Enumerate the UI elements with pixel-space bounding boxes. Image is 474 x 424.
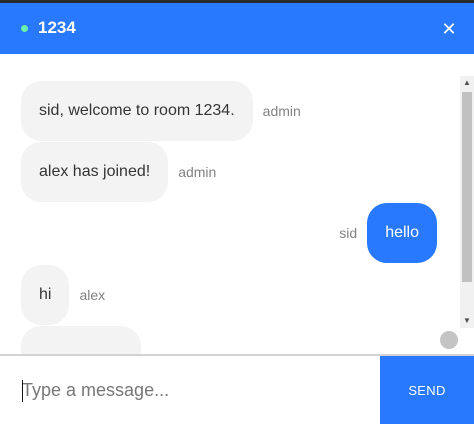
message-list-scrollbar[interactable]: ▲ ▼	[460, 76, 474, 328]
chat-header: 1234 ✕	[0, 3, 474, 54]
scroll-down-icon[interactable]: ▼	[460, 314, 474, 328]
message-item: sid, welcome to room 1234. admin	[21, 81, 301, 141]
send-button[interactable]: SEND	[380, 356, 474, 424]
message-bubble: alex has joined!	[21, 142, 169, 202]
message-bubble: hi	[21, 265, 70, 325]
message-bubble: sid, welcome to room 1234.	[21, 81, 253, 141]
message-list[interactable]: sid, welcome to room 1234. admin alex ha…	[0, 54, 474, 354]
message-input[interactable]	[0, 356, 380, 424]
message-item: hi alex	[21, 265, 105, 325]
message-bubble	[21, 326, 141, 354]
message-item: alex has joined! admin	[21, 142, 216, 202]
room-title: 1234	[38, 18, 76, 37]
message-sender: admin	[178, 164, 217, 180]
close-icon[interactable]: ✕	[438, 16, 460, 42]
typing-indicator-icon	[440, 331, 458, 349]
message-sender: admin	[262, 103, 301, 119]
scroll-up-icon[interactable]: ▲	[460, 76, 474, 90]
message-sender: alex	[79, 287, 106, 303]
message-sender: sid	[339, 225, 358, 241]
message-item-partial	[21, 326, 141, 354]
text-caret	[22, 380, 23, 402]
message-bubble-own: hello	[367, 203, 437, 263]
scrollbar-thumb[interactable]	[462, 92, 472, 282]
online-status-icon	[21, 25, 28, 32]
message-composer: SEND	[0, 354, 474, 424]
message-item-own: sid hello	[339, 203, 437, 263]
